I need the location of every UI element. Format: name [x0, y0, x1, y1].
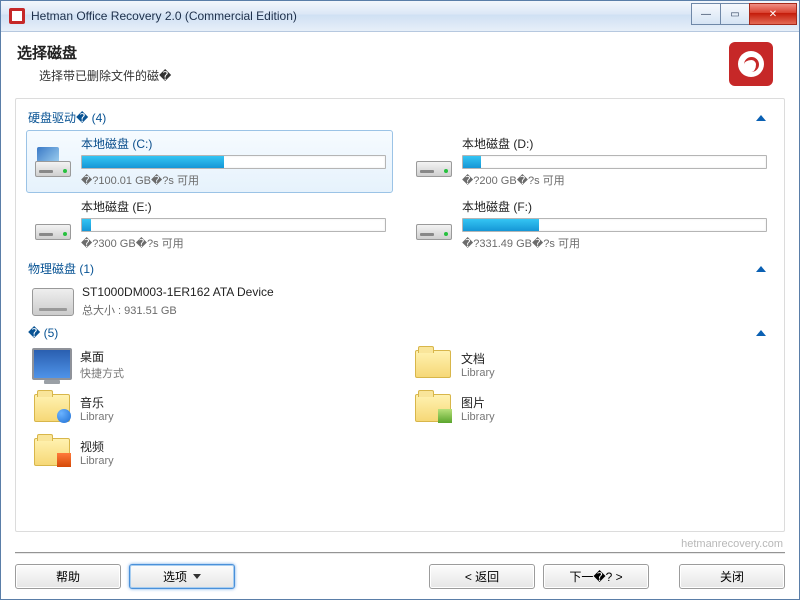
page-title: 选择磁盘	[17, 42, 729, 63]
usage-bar	[462, 155, 767, 169]
location-sub: Library	[461, 411, 495, 423]
location-name: 文档	[461, 350, 495, 367]
location-item[interactable]: 音乐Library	[26, 388, 393, 428]
app-window: Hetman Office Recovery 2.0 (Commercial E…	[0, 0, 800, 600]
drive-icon	[414, 147, 454, 177]
usage-bar	[81, 155, 386, 169]
hdd-icon	[32, 288, 74, 316]
location-name: 视频	[80, 438, 114, 455]
minimize-button[interactable]: —	[691, 3, 721, 25]
drive-icon	[33, 147, 73, 177]
section-drives[interactable]: 硬盘驱动� (4)	[26, 105, 774, 130]
location-sub: 快捷方式	[80, 365, 124, 381]
disk-list-panel: 硬盘驱动� (4) 本地磁盘 (C:)�?100.01 GB�?s 可用本地磁盘…	[15, 98, 785, 532]
help-button[interactable]: 帮助	[15, 564, 121, 589]
page-subtitle: 选择带已删除文件的磁�	[17, 67, 729, 84]
location-item[interactable]: 图片Library	[407, 388, 774, 428]
drive-free: �?200 GB�?s 可用	[462, 172, 767, 188]
options-button[interactable]: 选项	[129, 564, 235, 589]
drive-name: 本地磁盘 (F:)	[462, 198, 767, 215]
desktop-icon	[32, 348, 72, 380]
physical-disk-item[interactable]: ST1000DM003-1ER162 ATA Device 总大小 : 931.…	[26, 281, 774, 322]
drive-name: 本地磁盘 (E:)	[81, 198, 386, 215]
location-sub: Library	[80, 411, 114, 423]
drive-item[interactable]: 本地磁盘 (D:) �?200 GB�?s 可用	[407, 130, 774, 193]
drive-free: �?300 GB�?s 可用	[81, 235, 386, 251]
drive-free: �?331.49 GB�?s 可用	[462, 235, 767, 251]
window-title: Hetman Office Recovery 2.0 (Commercial E…	[31, 9, 692, 23]
folder-icon	[34, 394, 70, 422]
section-physical-label: 物理磁盘 (1)	[28, 260, 756, 277]
section-locations[interactable]: � (5)	[26, 322, 774, 344]
physical-disk-size: 总大小 : 931.51 GB	[82, 302, 768, 318]
close-window-button[interactable]: ✕	[749, 3, 797, 25]
drive-name: 本地磁盘 (C:)	[81, 135, 386, 152]
chevron-up-icon	[756, 266, 766, 272]
wizard-footer: hetmanrecovery.com 帮助 选项 < 返回 下一�? > 关闭	[15, 532, 785, 599]
product-icon	[729, 42, 773, 86]
chevron-up-icon	[756, 330, 766, 336]
window-controls: — ▭ ✕	[692, 3, 797, 23]
location-item[interactable]: 文档Library	[407, 344, 774, 384]
folder-icon	[415, 394, 451, 422]
app-icon	[9, 8, 25, 24]
location-name: 音乐	[80, 394, 114, 411]
usage-bar	[81, 218, 386, 232]
close-button[interactable]: 关闭	[679, 564, 785, 589]
location-item[interactable]: 桌面快捷方式	[26, 344, 393, 384]
folder-icon	[415, 350, 451, 378]
drive-free: �?100.01 GB�?s 可用	[81, 172, 386, 188]
wizard-header: 选择磁盘 选择带已删除文件的磁�	[1, 32, 799, 94]
section-locations-label: � (5)	[28, 326, 756, 340]
location-name: 图片	[461, 394, 495, 411]
usage-bar	[462, 218, 767, 232]
titlebar[interactable]: Hetman Office Recovery 2.0 (Commercial E…	[1, 1, 799, 32]
section-drives-label: 硬盘驱动� (4)	[28, 109, 756, 126]
drive-item[interactable]: 本地磁盘 (F:) �?331.49 GB�?s 可用	[407, 193, 774, 256]
drive-name: 本地磁盘 (D:)	[462, 135, 767, 152]
drive-item[interactable]: 本地磁盘 (E:) �?300 GB�?s 可用	[26, 193, 393, 256]
maximize-button[interactable]: ▭	[720, 3, 750, 25]
back-button[interactable]: < 返回	[429, 564, 535, 589]
drive-icon	[33, 210, 73, 240]
section-physical[interactable]: 物理磁盘 (1)	[26, 256, 774, 281]
drive-item[interactable]: 本地磁盘 (C:) �?100.01 GB�?s 可用	[26, 130, 393, 193]
drive-icon	[414, 210, 454, 240]
location-sub: Library	[461, 367, 495, 379]
brand-link[interactable]: hetmanrecovery.com	[15, 538, 785, 552]
physical-disk-name: ST1000DM003-1ER162 ATA Device	[82, 285, 768, 299]
location-sub: Library	[80, 455, 114, 467]
next-button[interactable]: 下一�? >	[543, 564, 649, 589]
location-item[interactable]: 视频Library	[26, 432, 393, 472]
chevron-down-icon	[193, 574, 201, 579]
chevron-up-icon	[756, 115, 766, 121]
location-name: 桌面	[80, 348, 124, 365]
folder-icon	[34, 438, 70, 466]
